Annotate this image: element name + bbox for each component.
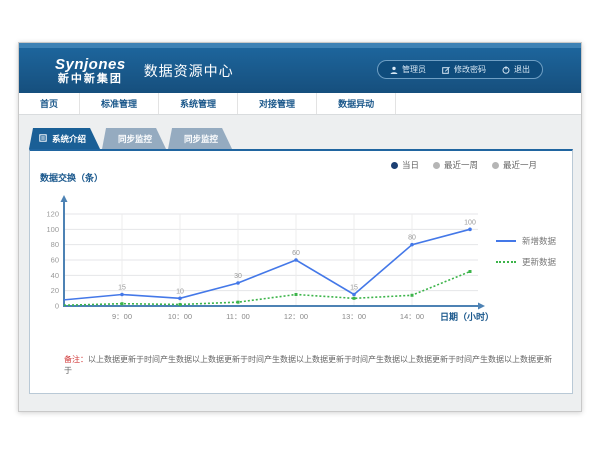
change-password-label: 修改密码 <box>454 64 486 75</box>
y-axis-title: 数据交换（条） <box>40 171 103 184</box>
radio-last-month[interactable]: 最近一月 <box>492 159 537 171</box>
svg-text:日期（小时）: 日期（小时） <box>440 311 494 322</box>
change-password-button[interactable]: 修改密码 <box>442 64 486 75</box>
svg-text:15: 15 <box>350 285 358 292</box>
legend-line-sample <box>496 240 516 242</box>
user-menu-button[interactable]: 管理员 <box>390 64 426 75</box>
app-window: Synjones 新中新集团 数据资源中心 管理员 修改密码 退出 <box>18 42 582 412</box>
time-range-filter: 当日 最近一周 最近一月 <box>391 159 537 171</box>
user-icon <box>390 66 398 74</box>
chart-canvas: 15 10 30 60 15 80 100 0 20 40 60 80 100 120 9：00 10：00 1… <box>42 191 502 325</box>
nav-item-system-mgmt[interactable]: 系统管理 <box>159 93 238 114</box>
radio-label: 当日 <box>402 159 419 171</box>
svg-text:100: 100 <box>464 219 476 226</box>
svg-text:13：00: 13：00 <box>342 312 366 321</box>
tab-label: 同步监控 <box>184 133 218 145</box>
tab-label: 系统介绍 <box>52 133 86 145</box>
legend-label: 新增数据 <box>522 235 556 247</box>
svg-text:60: 60 <box>51 256 59 265</box>
logo-text: Synjones <box>55 57 126 72</box>
logout-button[interactable]: 退出 <box>502 64 530 75</box>
line-chart: 15 10 30 60 15 80 100 0 20 40 60 80 100 120 9：00 10：00 1… <box>42 191 502 330</box>
edit-icon <box>442 66 450 74</box>
nav-item-standard-mgmt[interactable]: 标准管理 <box>80 93 159 114</box>
nav-item-home[interactable]: 首页 <box>19 93 80 114</box>
svg-text:11：00: 11：00 <box>226 312 250 321</box>
footnote-prefix: 备注： <box>64 355 88 364</box>
svg-text:20: 20 <box>51 286 59 295</box>
content-area: 系统介绍 同步监控 同步监控 当日 最近一周 <box>19 128 581 394</box>
svg-text:30: 30 <box>234 273 242 280</box>
radio-dot <box>492 162 499 169</box>
tab-bar: 系统介绍 同步监控 同步监控 <box>29 128 581 149</box>
svg-text:14：00: 14：00 <box>400 312 424 321</box>
svg-text:80: 80 <box>51 240 59 249</box>
user-toolbar: 管理员 修改密码 退出 <box>377 60 543 79</box>
svg-text:40: 40 <box>51 271 59 280</box>
radio-dot <box>433 162 440 169</box>
app-header: Synjones 新中新集团 数据资源中心 管理员 修改密码 退出 <box>19 48 581 93</box>
tab-sync-monitor-2[interactable]: 同步监控 <box>168 128 232 149</box>
svg-text:60: 60 <box>292 250 300 257</box>
chart-panel: 当日 最近一周 最近一月 数据交换（条） 15 10 30 60 15 80 100 0 20 4… <box>29 149 573 394</box>
user-label: 管理员 <box>402 64 426 75</box>
main-nav: 首页 标准管理 系统管理 对接管理 数据异动 <box>19 93 581 115</box>
radio-last-week[interactable]: 最近一周 <box>433 159 478 171</box>
svg-text:10：00: 10：00 <box>168 312 192 321</box>
logout-label: 退出 <box>514 64 530 75</box>
page-title: 数据资源中心 <box>144 61 234 81</box>
legend-update-data[interactable]: 更新数据 <box>496 256 556 268</box>
svg-text:9：00: 9：00 <box>112 312 132 321</box>
tab-sync-monitor-1[interactable]: 同步监控 <box>102 128 166 149</box>
legend-new-data[interactable]: 新增数据 <box>496 235 556 247</box>
legend-line-sample <box>496 261 516 263</box>
svg-text:100: 100 <box>46 225 59 234</box>
svg-text:15: 15 <box>118 285 126 292</box>
svg-text:120: 120 <box>46 210 59 219</box>
footnote-text: 以上数据更新于时间产生数据以上数据更新于时间产生数据以上数据更新于时间产生数据以… <box>64 355 552 375</box>
power-icon <box>502 66 510 74</box>
logo-subtext: 新中新集团 <box>55 74 126 85</box>
document-icon <box>39 134 47 144</box>
tab-label: 同步监控 <box>118 133 152 145</box>
svg-text:80: 80 <box>408 235 416 242</box>
chart-legend: 新增数据 更新数据 <box>496 235 556 268</box>
tab-system-intro[interactable]: 系统介绍 <box>29 128 100 149</box>
company-logo: Synjones 新中新集团 <box>55 57 126 85</box>
svg-text:12：00: 12：00 <box>284 312 308 321</box>
svg-text:10: 10 <box>176 288 184 295</box>
svg-text:0: 0 <box>55 302 59 311</box>
footnote: 备注：以上数据更新于时间产生数据以上数据更新于时间产生数据以上数据更新于时间产生… <box>64 355 554 377</box>
nav-item-interface-mgmt[interactable]: 对接管理 <box>238 93 317 114</box>
radio-label: 最近一周 <box>444 159 478 171</box>
radio-today[interactable]: 当日 <box>391 159 419 171</box>
nav-item-data-changes[interactable]: 数据异动 <box>317 93 396 114</box>
legend-label: 更新数据 <box>522 256 556 268</box>
radio-label: 最近一月 <box>503 159 537 171</box>
radio-dot-selected <box>391 162 398 169</box>
